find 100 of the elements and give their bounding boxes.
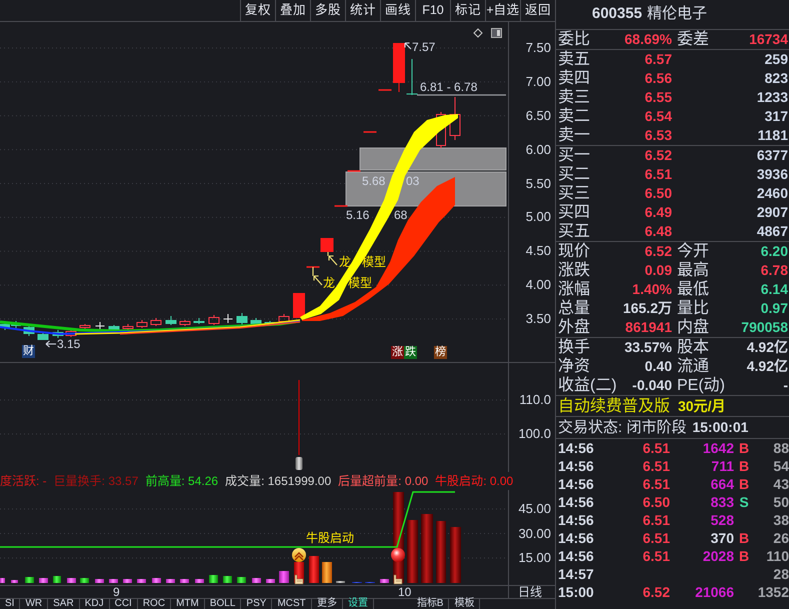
trade-count: 110 xyxy=(765,547,789,565)
order-price: 6.56 xyxy=(644,69,672,88)
order-volume: 317 xyxy=(764,107,788,126)
order-volume: 2460 xyxy=(756,184,788,203)
volume-bar xyxy=(237,577,246,583)
candlestick xyxy=(108,324,120,332)
candlestick xyxy=(378,89,392,91)
price-axis-label: 4.00 xyxy=(526,278,551,292)
zone-range-label: 68 xyxy=(394,208,408,222)
order-level-label: 卖五 xyxy=(558,50,590,69)
signal-label: 龙 xyxy=(339,255,351,269)
indicator-tab[interactable]: MTM xyxy=(171,599,205,609)
candlestick xyxy=(236,312,248,326)
order-level-label: 买三 xyxy=(558,184,590,203)
candlestick xyxy=(122,324,134,330)
quote-label: 最高 xyxy=(677,261,709,280)
quote-value: 6.52 xyxy=(644,242,672,261)
date-axis-label: 9 xyxy=(113,586,120,598)
event-badge: 涨 xyxy=(391,346,404,359)
order-price: 6.55 xyxy=(644,88,672,107)
trade-price: 6.51 xyxy=(642,547,670,565)
quote-value: 6.78 xyxy=(760,261,788,280)
trade-count: 50 xyxy=(772,493,789,511)
volume-bar xyxy=(180,579,189,583)
candlestick xyxy=(194,318,204,324)
indicator-tab[interactable]: KDJ xyxy=(80,599,110,609)
indicator-value: 成交量: 1651999.00 xyxy=(225,474,332,488)
order-volume: 3936 xyxy=(756,165,788,184)
trade-volume: 1642 xyxy=(702,439,734,457)
volume-axis-label: 30.00 xyxy=(518,526,551,540)
candlestick xyxy=(95,322,105,330)
order-volume: 4867 xyxy=(756,222,788,241)
indicator-tab[interactable]: WR xyxy=(20,599,48,609)
indicator-tab[interactable]: 设置 xyxy=(342,599,374,609)
quote-value: 4.92亿 xyxy=(746,357,788,376)
quote-label: 内盘 xyxy=(677,318,709,337)
indicator-tab[interactable]: MCST xyxy=(272,599,312,609)
indicator-tab[interactable]: 更多 xyxy=(312,599,343,609)
event-badge: 榜 xyxy=(434,346,447,359)
quote-label: 委差 xyxy=(677,30,709,49)
high-price-label: 7.57 xyxy=(412,40,436,54)
zone-range-label: 03 xyxy=(406,174,420,188)
toolbar-button[interactable]: +自选 xyxy=(485,0,520,21)
trade-price: 6.51 xyxy=(642,439,670,457)
indicator-tab[interactable]: SAR xyxy=(48,599,80,609)
trade-count: 38 xyxy=(772,511,789,529)
order-level-label: 买二 xyxy=(558,165,590,184)
trade-side: B xyxy=(738,439,750,457)
panel-tab[interactable]: 模板 xyxy=(449,599,480,609)
trade-time: 14:56 xyxy=(557,493,595,511)
signal-label: 模型 xyxy=(348,276,372,290)
order-level-label: 卖四 xyxy=(558,69,590,88)
volume-bar xyxy=(166,579,175,583)
indicator-tab[interactable]: ROC xyxy=(138,599,172,609)
volume-bar xyxy=(11,580,18,583)
indicator-tab[interactable]: PSY xyxy=(241,599,272,609)
order-price: 6.57 xyxy=(644,50,672,69)
quote-value: 861941 xyxy=(625,318,672,337)
quote-value: 0.40 xyxy=(644,357,672,376)
volume-bar xyxy=(252,578,261,583)
indicator-tab[interactable]: BOLL xyxy=(204,599,242,609)
zone-range-label: 5.16 xyxy=(346,208,370,222)
candlestick xyxy=(278,314,290,324)
stock-code: 600355 xyxy=(592,4,642,24)
trade-time: 14:56 xyxy=(557,457,595,475)
zone-range-label: 5.68 xyxy=(362,174,386,188)
quote-label: PE(动) xyxy=(677,376,725,395)
panel-tab[interactable]: 指标B xyxy=(412,599,450,609)
order-price: 6.54 xyxy=(644,107,672,126)
order-volume: 1233 xyxy=(756,88,788,107)
trade-volume: 2028 xyxy=(702,547,734,565)
indicator-value: 前高量: 54.26 xyxy=(145,474,218,488)
order-volume: 6377 xyxy=(756,146,788,165)
stock-name: 精伦电子 xyxy=(647,4,708,24)
trade-volume: 528 xyxy=(710,511,734,529)
signal-label: 牛股启动 xyxy=(306,531,354,545)
volume-bar xyxy=(450,527,461,583)
order-price: 6.48 xyxy=(644,222,672,241)
indicator-tab[interactable]: CCI xyxy=(110,599,138,609)
trade-time: 15:00 xyxy=(557,583,595,601)
trade-volume: 833 xyxy=(710,493,734,511)
candlestick xyxy=(250,318,262,326)
candlestick xyxy=(264,320,276,326)
trade-price: 6.51 xyxy=(642,457,670,475)
quote-label: 换手 xyxy=(558,338,590,357)
quote-value: 790058 xyxy=(741,318,788,337)
quote-value: 33.57% xyxy=(624,338,672,357)
indicator-value: 后量超前量: 0.00 xyxy=(338,474,428,488)
volume-bar xyxy=(95,579,104,583)
indicator-tab[interactable]: SI xyxy=(0,599,20,609)
trade-price: 6.52 xyxy=(642,583,670,601)
ball-icon xyxy=(391,548,405,562)
price-axis-label: 5.00 xyxy=(526,210,551,224)
volume-bar xyxy=(123,579,132,583)
volume-bar xyxy=(152,578,161,583)
indicator-value: 牛股启动: 0.00 xyxy=(435,474,514,488)
trade-volume: 370 xyxy=(710,529,734,547)
candlestick xyxy=(180,320,190,326)
pointer-arrow-icon xyxy=(312,266,323,286)
quote-label: 股本 xyxy=(677,338,709,357)
